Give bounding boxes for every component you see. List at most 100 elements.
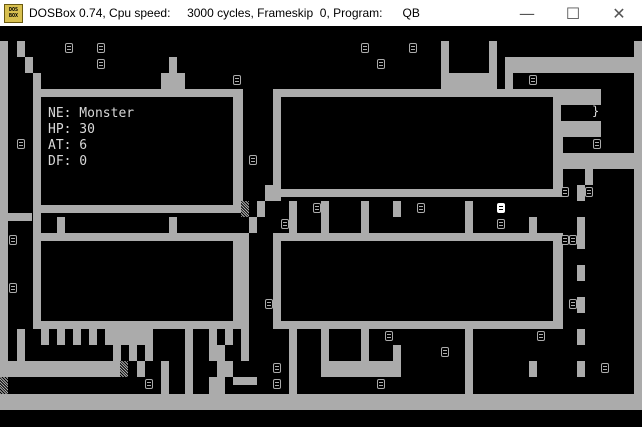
- wall: [209, 329, 217, 345]
- wall: [577, 185, 585, 201]
- monster-defense: DF: 0: [48, 154, 88, 169]
- wall: [393, 201, 401, 217]
- monster-icon[interactable]: [97, 59, 105, 69]
- wall: [73, 329, 81, 345]
- monster-icon[interactable]: [17, 139, 25, 149]
- wall: [161, 361, 169, 394]
- monster-icon[interactable]: [233, 75, 241, 85]
- monster-stats: NE: Monster HP: 30 AT: 6 DF: 0: [48, 106, 134, 170]
- wall: [249, 217, 257, 233]
- close-icon: ✕: [612, 3, 626, 23]
- wall: [634, 41, 642, 396]
- wall: [529, 361, 537, 377]
- monster-attack: AT: 6: [48, 138, 88, 153]
- monster-icon[interactable]: [265, 299, 273, 309]
- wall: [17, 329, 25, 361]
- wall: [185, 329, 193, 394]
- wall: [441, 73, 497, 89]
- wall: [209, 377, 225, 394]
- monster-icon[interactable]: [385, 331, 393, 341]
- monster-icon[interactable]: [569, 235, 577, 245]
- monster-icon[interactable]: [529, 75, 537, 85]
- wall: [529, 217, 537, 233]
- wall: [489, 41, 497, 73]
- room: [281, 241, 553, 321]
- monster-icon[interactable]: [313, 203, 321, 213]
- monster-icon[interactable]: [9, 283, 17, 293]
- wall: [577, 361, 585, 377]
- room: [41, 241, 233, 321]
- wall: [289, 201, 297, 233]
- wall: [257, 201, 265, 217]
- monster-icon[interactable]: [497, 219, 505, 229]
- map-room: [281, 97, 553, 189]
- maximize-button[interactable]: ☐: [550, 0, 596, 26]
- monster-icon[interactable]: [377, 59, 385, 69]
- maximize-icon: ☐: [565, 3, 581, 23]
- monster-icon[interactable]: [417, 203, 425, 213]
- wall: [577, 297, 585, 313]
- monster-icon[interactable]: [9, 235, 17, 245]
- monster-icon[interactable]: [593, 139, 601, 149]
- wall: [0, 394, 642, 410]
- wall: [361, 201, 369, 233]
- monster-icon[interactable]: [561, 187, 569, 197]
- wall: [113, 345, 121, 361]
- wall: [225, 329, 233, 345]
- wall: [137, 361, 145, 377]
- wall: [561, 153, 634, 169]
- monster-icon[interactable]: [377, 379, 385, 389]
- wall: [57, 329, 65, 345]
- monster-icon[interactable]: [361, 43, 369, 53]
- wall: [321, 361, 401, 377]
- title-bar[interactable]: DOS BOX DOSBox 0.74, Cpu speed: 3000 cycl…: [0, 0, 642, 26]
- wall: [89, 329, 97, 345]
- wall: [33, 201, 41, 233]
- wall: [129, 345, 137, 361]
- wall: [57, 217, 65, 233]
- monster-icon[interactable]: [561, 235, 569, 245]
- wall: [577, 329, 585, 345]
- wall: [41, 329, 49, 345]
- monster-icon[interactable]: [537, 331, 545, 341]
- monster-hp: HP: 30: [48, 122, 95, 137]
- monster-icon[interactable]: [585, 187, 593, 197]
- monster-icon[interactable]: [249, 155, 257, 165]
- monster-icon[interactable]: [281, 219, 289, 229]
- wall: [321, 201, 329, 233]
- rubble: [120, 361, 128, 377]
- wall: [145, 345, 153, 361]
- wall: [465, 201, 473, 233]
- monster-icon[interactable]: [409, 43, 417, 53]
- monster-icon[interactable]: [273, 379, 281, 389]
- monster-icon[interactable]: [273, 363, 281, 373]
- chest-icon: }: [592, 104, 600, 118]
- wall: [585, 169, 593, 185]
- wall: [0, 41, 8, 396]
- close-button[interactable]: ✕: [596, 0, 642, 26]
- monster-icon[interactable]: [569, 299, 577, 309]
- wall: [33, 73, 41, 89]
- wall: [217, 361, 233, 377]
- monster-icon[interactable]: [65, 43, 73, 53]
- monster-name: NE: Monster: [48, 106, 135, 121]
- wall: [233, 377, 257, 385]
- rubble: [0, 377, 8, 394]
- wall: [577, 217, 585, 249]
- wall: [465, 329, 473, 394]
- window-title: DOSBox 0.74, Cpu speed: 3000 cycles, Fra…: [29, 6, 420, 20]
- player-icon: [497, 203, 505, 213]
- monster-icon[interactable]: [601, 363, 609, 373]
- minimize-button[interactable]: —: [504, 0, 550, 26]
- wall: [169, 217, 177, 233]
- wall: [161, 73, 185, 89]
- wall: [393, 345, 401, 377]
- wall: [17, 41, 25, 57]
- monster-icon[interactable]: [441, 347, 449, 357]
- game-screen[interactable]: NE: Monster HP: 30 AT: 6 DF: 0 }: [0, 26, 642, 427]
- monster-icon[interactable]: [97, 43, 105, 53]
- minimize-icon: —: [519, 3, 535, 23]
- monster-icon[interactable]: [145, 379, 153, 389]
- dosbox-icon: DOS BOX: [4, 3, 23, 23]
- wall: [505, 73, 513, 89]
